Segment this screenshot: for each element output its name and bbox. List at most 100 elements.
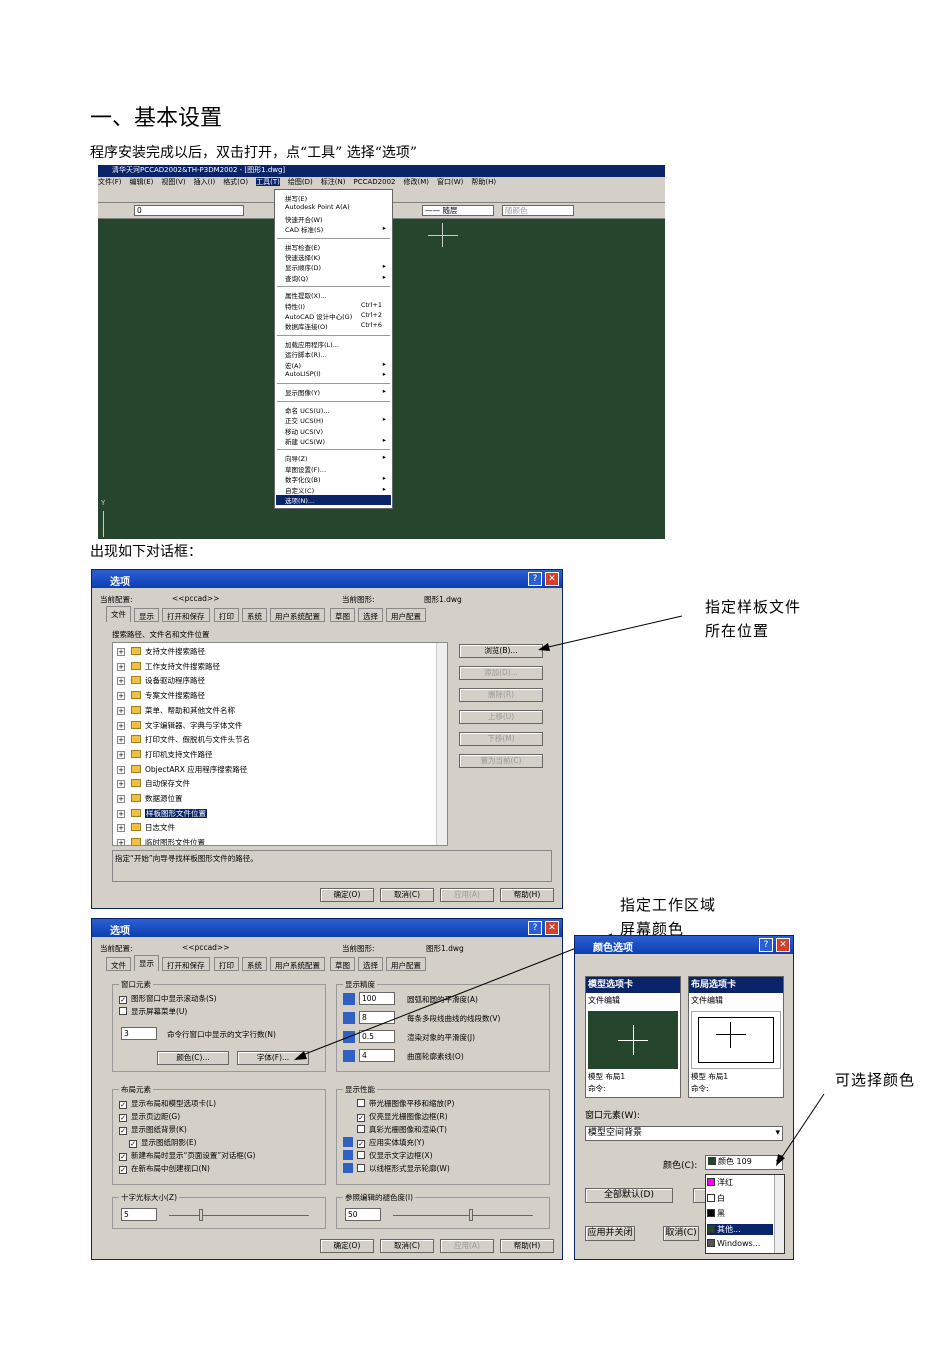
tab-4[interactable]: 系统 — [242, 957, 267, 971]
color-option[interactable]: 其他... — [707, 1223, 773, 1235]
menu-item[interactable]: 命名 UCS(U)... — [285, 405, 388, 415]
menubar-item[interactable]: 窗口(W) — [437, 178, 463, 186]
menubar-item[interactable]: 标注(N) — [321, 178, 346, 186]
menu-item[interactable]: 选项(N)... — [276, 495, 391, 505]
side-button[interactable]: 删除(R) — [459, 688, 543, 702]
tree-item[interactable]: + 数据源位置 — [117, 793, 183, 804]
dialog-button[interactable]: 确定(O) — [320, 1239, 374, 1253]
tree-item[interactable]: + 自动保存文件 — [117, 778, 190, 789]
menu-item[interactable]: 属性提取(X)... — [285, 290, 388, 300]
checkbox-row[interactable]: 以线框形式显示轮廓(W) — [357, 1163, 450, 1174]
menu-item[interactable]: Autodesk Point A(A) — [285, 203, 388, 213]
menubar-item[interactable]: 视图(V) — [161, 178, 185, 186]
tree-item[interactable]: + 样板图形文件位置 — [117, 808, 207, 819]
dialog-button[interactable]: 帮助(H) — [500, 1239, 554, 1253]
checkbox[interactable]: ✓ — [119, 1114, 127, 1122]
tree-item[interactable]: + 打印机支持文件路径 — [117, 749, 213, 760]
dialog-button[interactable]: 取消(C) — [380, 1239, 434, 1253]
close-icon[interactable]: ✕ — [776, 938, 790, 952]
checkbox-row[interactable]: ✓ 显示图纸阴影(E) — [129, 1137, 197, 1148]
tree-item[interactable]: + 工作支持文件搜索路径 — [117, 661, 220, 672]
menu-item[interactable]: 显示顺序(D) ▸ — [285, 262, 388, 272]
side-button[interactable]: 上移(U) — [459, 710, 543, 724]
menubar-item[interactable]: PCCAD2002 — [353, 178, 395, 186]
cancel-button[interactable]: 取消(C) — [663, 1226, 699, 1241]
checkbox[interactable] — [357, 1164, 365, 1172]
tab-4[interactable]: 系统 — [242, 608, 267, 622]
tree-item[interactable]: + 临时图形文件位置 — [117, 837, 205, 845]
menubar-item[interactable]: 格式(O) — [223, 178, 248, 186]
color-option[interactable]: 黑 — [707, 1208, 773, 1219]
close-icon[interactable]: ✕ — [545, 572, 559, 586]
tab-1[interactable]: 显示 — [134, 608, 159, 622]
checkbox[interactable]: ✓ — [119, 996, 127, 1004]
checkbox[interactable]: ✓ — [357, 1140, 365, 1148]
tab-3[interactable]: 打印 — [214, 608, 239, 622]
menu-item[interactable]: AutoCAD 设计中心(G) Ctrl+2 — [285, 311, 388, 321]
tab-1[interactable]: 显示 — [134, 955, 159, 971]
tree-item[interactable]: + 设备驱动程序路径 — [117, 675, 205, 686]
element-select[interactable]: 模型空间背景 ▾ — [585, 1126, 783, 1141]
expand-icon[interactable]: + — [117, 765, 125, 774]
expand-icon[interactable]: + — [117, 750, 125, 759]
fade-input[interactable]: 50 — [345, 1208, 381, 1221]
dialog-button[interactable]: 确定(O) — [320, 888, 374, 902]
checkbox-row[interactable]: ✓ 图形窗口中显示滚动条(S) — [119, 993, 217, 1004]
apply-close-button[interactable]: 应用并关闭 — [585, 1226, 635, 1241]
checkbox[interactable]: ✓ — [119, 1101, 127, 1109]
checkbox[interactable]: ✓ — [119, 1153, 127, 1161]
checkbox-row[interactable]: ✓ 新建布局时显示“页面设置”对话框(G) — [119, 1150, 255, 1161]
scrollbar[interactable] — [774, 1175, 784, 1253]
menu-item[interactable]: 自定义(C) ▸ — [285, 485, 388, 495]
menubar-item[interactable]: 修改(M) — [403, 178, 429, 186]
checkbox-row[interactable]: 带光栅图像平移和缩放(P) — [357, 1098, 454, 1109]
expand-icon[interactable]: + — [117, 662, 125, 671]
crosshair-input[interactable]: 5 — [121, 1208, 157, 1221]
expand-icon[interactable]: + — [117, 648, 125, 656]
tree-item[interactable]: + 文字编辑器、字典与字体文件 — [117, 720, 243, 731]
expand-icon[interactable]: + — [117, 809, 125, 818]
menu-item[interactable]: 运行脚本(R)... — [285, 349, 388, 359]
tab-8[interactable]: 用户配置 — [386, 608, 426, 622]
help-icon[interactable]: ? — [759, 938, 773, 952]
menu-item[interactable]: 查询(Q) ▸ — [285, 273, 388, 283]
cmd-lines-input[interactable]: 3 — [121, 1027, 157, 1040]
tab-0[interactable]: 文件 — [106, 606, 131, 622]
checkbox-row[interactable]: ✓ 在新布局中创建视口(N) — [119, 1163, 210, 1174]
checkbox-row[interactable]: 显示屏幕菜单(U) — [119, 1006, 187, 1017]
menubar-item[interactable]: 工具(T) — [256, 178, 280, 186]
model-tab-preview[interactable]: 模型选项卡 文件编辑 模型 布局1 命令: — [585, 976, 681, 1098]
layout-tab-preview[interactable]: 布局选项卡 文件编辑 模型 布局1 命令: — [688, 976, 784, 1098]
checkbox[interactable] — [357, 1125, 365, 1133]
layer-select[interactable]: 0 — [134, 205, 244, 216]
menu-item[interactable]: 快速开合(W) — [285, 214, 388, 224]
checkbox-row[interactable]: ✓ 显示页边距(G) — [119, 1111, 180, 1122]
crosshair-slider[interactable] — [169, 1215, 309, 1216]
tree-item[interactable]: + 日志文件 — [117, 822, 175, 833]
dialog-button[interactable]: 帮助(H) — [500, 888, 554, 902]
menu-item[interactable]: 加载应用程序(L)... — [285, 339, 388, 349]
menubar-item[interactable]: 编辑(E) — [130, 178, 154, 186]
fade-slider[interactable] — [393, 1215, 533, 1216]
menu-item[interactable]: 向导(Z) ▸ — [285, 453, 388, 463]
menu-item[interactable]: 拼写检查(E) — [285, 242, 388, 252]
menu-item[interactable]: 数据库连接(O) Ctrl+6 — [285, 321, 388, 331]
menu-item[interactable]: 正交 UCS(H) ▸ — [285, 415, 388, 425]
menu-item[interactable]: 草图设置(F)... — [285, 464, 388, 474]
help-icon[interactable]: ? — [528, 572, 542, 586]
checkbox-row[interactable]: ✓ 显示图纸背景(K) — [119, 1124, 187, 1135]
checkbox-row[interactable]: 真彩光栅图像和渲染(T) — [357, 1124, 447, 1135]
color-option[interactable]: Windows... — [707, 1239, 773, 1248]
side-button[interactable]: 置为当前(C) — [459, 754, 543, 768]
checkbox[interactable] — [357, 1099, 365, 1107]
menu-item[interactable]: CAD 标准(S) ▸ — [285, 224, 388, 234]
dialog-button[interactable]: 取消(C) — [380, 888, 434, 902]
tree-item[interactable]: + 支持文件搜索路径 — [117, 646, 205, 657]
expand-icon[interactable]: + — [117, 736, 125, 745]
scrollbar[interactable] — [436, 643, 447, 845]
menu-item[interactable]: 宏(A) ▸ — [285, 360, 388, 370]
tree-item[interactable]: + 专案文件搜索路径 — [117, 690, 205, 701]
expand-icon[interactable]: + — [117, 780, 125, 789]
dialog-button[interactable]: 应用(A) — [440, 888, 494, 902]
checkbox[interactable]: ✓ — [119, 1127, 127, 1135]
